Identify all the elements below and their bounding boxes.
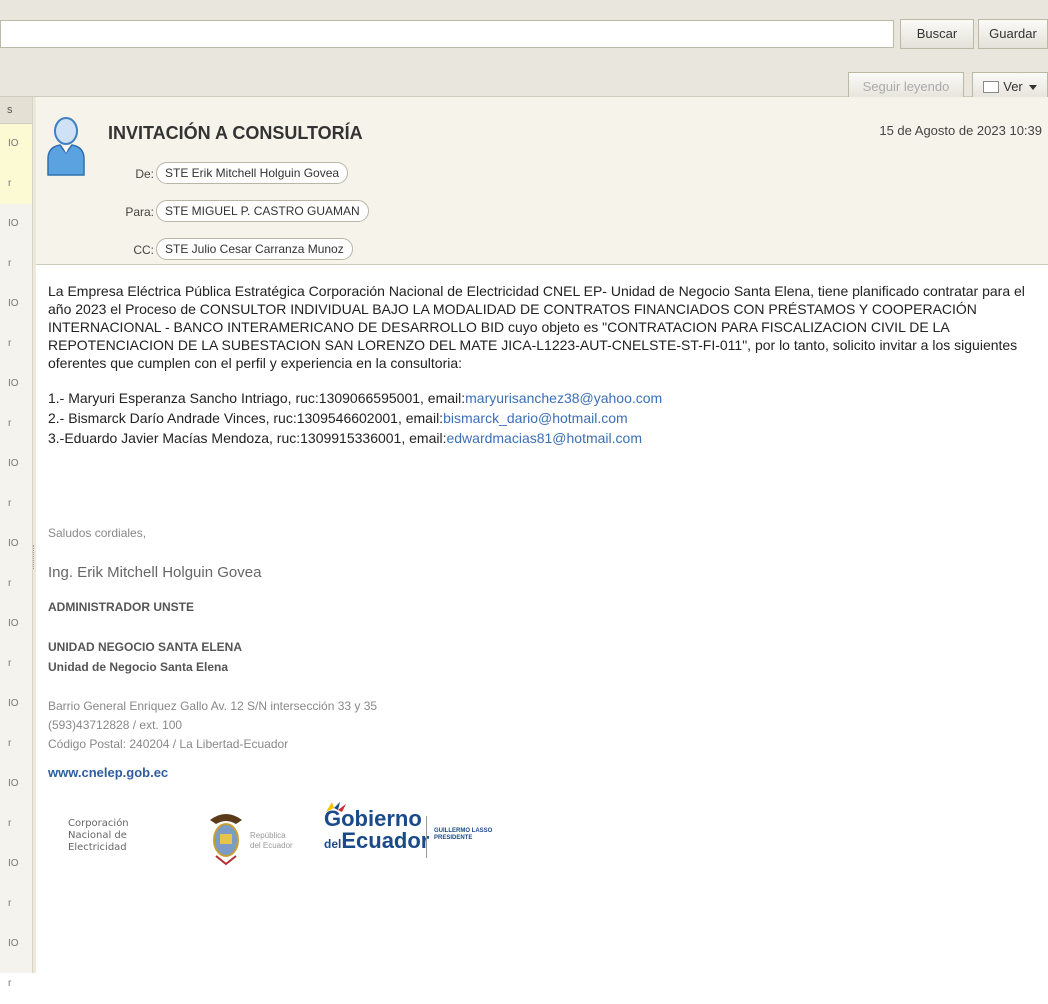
list-item: 3.-Eduardo Javier Macías Mendoza, ruc:13… (48, 428, 1038, 448)
cnel-logo-line: Corporación (68, 818, 129, 829)
message-body: La Empresa Eléctrica Pública Estratégica… (48, 282, 1038, 448)
republica-logo-text: República del Ecuador (250, 831, 293, 851)
message-list-row[interactable]: IO (0, 844, 32, 884)
message-list-row[interactable]: r (0, 324, 32, 364)
search-input[interactable] (0, 20, 894, 48)
save-button[interactable]: Guardar (978, 19, 1048, 49)
toolbar: Buscar Guardar Seguir leyendo Ver (0, 0, 1048, 102)
message-list-row[interactable]: IO (0, 524, 32, 564)
signature-address: Barrio General Enriquez Gallo Av. 12 S/N… (48, 697, 377, 754)
address-line: Barrio General Enriquez Gallo Av. 12 S/N… (48, 699, 378, 713)
cnel-logo-line: Electricidad (68, 842, 127, 853)
message-list-row[interactable]: r (0, 244, 32, 284)
invitee-text: 1.- Maryuri Esperanza Sancho Intriago, r… (48, 390, 466, 406)
lasso-signature: GUILLERMO LASSO PRESIDENTE (434, 828, 492, 842)
message-date: 15 de Agosto de 2023 10:39 (879, 123, 1042, 138)
address-line: Código Postal: 240204 / La Libertad-Ecua… (48, 737, 289, 751)
envelope-icon (983, 80, 1000, 93)
to-chip[interactable]: STE MIGUEL P. CASTRO GUAMAN (156, 200, 369, 222)
signature-greeting: Saludos cordiales, (48, 526, 147, 540)
invitee-list: 1.- Maryuri Esperanza Sancho Intriago, r… (48, 388, 1038, 448)
cnel-logo-line: Nacional de (68, 830, 127, 841)
message-list-row[interactable]: IO (0, 364, 32, 404)
chevron-down-icon (1028, 85, 1037, 91)
message-list-row[interactable]: IO (0, 764, 32, 804)
message-header: INVITACIÓN A CONSULTORÍA 15 de Agosto de… (36, 97, 1048, 265)
email-link[interactable]: maryurisanchez38@yahoo.com (465, 390, 662, 406)
republica-line: República (250, 831, 286, 840)
lasso-line: PRESIDENTE (434, 835, 473, 841)
list-item: 2.- Bismarck Darío Andrade Vinces, ruc:1… (48, 408, 1038, 428)
message-list-row[interactable]: r (0, 164, 32, 204)
ecuador-word: Ecuador (341, 828, 430, 853)
gobierno-star-icon (326, 802, 346, 812)
message-list-row[interactable]: r (0, 564, 32, 604)
signature-name: Ing. Erik Mitchell Holguin Govea (48, 564, 262, 581)
message-list-row[interactable]: r (0, 724, 32, 764)
logo-banner: Corporación Nacional de Electricidad Rep… (48, 798, 648, 876)
republica-line: del Ecuador (250, 841, 293, 850)
view-label: Ver (1003, 79, 1023, 94)
lasso-line: GUILLERMO LASSO (434, 828, 493, 834)
cnel-logo: Corporación Nacional de Electricidad (68, 818, 129, 854)
message-list-row[interactable]: IO (0, 604, 32, 644)
logo-divider (426, 816, 427, 858)
gobierno-logo: Gobierno delEcuador (324, 802, 430, 855)
message-list-row[interactable]: r (0, 884, 32, 924)
message-subject: INVITACIÓN A CONSULTORÍA (108, 123, 363, 143)
search-button[interactable]: Buscar (900, 19, 974, 49)
website-link[interactable]: www.cnelep.gob.ec (48, 765, 168, 780)
message-list-row[interactable]: IO (0, 204, 32, 244)
gobierno-del: del (324, 837, 342, 851)
email-link[interactable]: edwardmacias81@hotmail.com (446, 430, 642, 446)
message-list-row[interactable]: r (0, 964, 32, 1004)
email-link[interactable]: bismarck_dario@hotmail.com (443, 410, 628, 426)
body-paragraph: La Empresa Eléctrica Pública Estratégica… (48, 283, 1025, 371)
signature-unit-upper: UNIDAD NEGOCIO SANTA ELENA (48, 640, 243, 654)
message-list-row[interactable]: IO (0, 284, 32, 324)
ecuador-coat-of-arms-icon (206, 810, 246, 871)
from-label: De: (135, 167, 154, 181)
message-list-header[interactable]: s (0, 97, 32, 124)
from-chip[interactable]: STE Erik Mitchell Holguin Govea (156, 162, 349, 184)
avatar-icon (46, 115, 86, 182)
message-list-row[interactable]: r (0, 804, 32, 844)
splitter-grip[interactable] (33, 545, 37, 569)
to-label: Para: (125, 205, 154, 219)
cc-chip[interactable]: STE Julio Cesar Carranza Munoz (156, 238, 353, 260)
cc-label: CC: (133, 243, 154, 257)
signature-unit: Unidad de Negocio Santa Elena (48, 660, 229, 674)
message-list-row[interactable]: r (0, 644, 32, 684)
invitee-text: 3.-Eduardo Javier Macías Mendoza, ruc:13… (48, 430, 447, 446)
message-list-row[interactable]: IO (0, 124, 32, 164)
invitee-text: 2.- Bismarck Darío Andrade Vinces, ruc:1… (48, 410, 444, 426)
message-list-row[interactable]: IO (0, 924, 32, 964)
address-line: (593)43712828 / ext. 100 (48, 718, 183, 732)
message-list-row[interactable]: r (0, 404, 32, 444)
message-list-row[interactable]: r (0, 484, 32, 524)
message-list-rows: IO r IO r IO r IO r IO r IO r IO r IO r IO r IO r IO r (0, 124, 32, 1004)
list-item: 1.- Maryuri Esperanza Sancho Intriago, r… (48, 388, 1038, 408)
message-list-row[interactable]: IO (0, 444, 32, 484)
signature-role: ADMINISTRADOR UNSTE (48, 600, 194, 614)
message-list-row[interactable]: IO (0, 684, 32, 724)
message-list: s IO r IO r IO r IO r IO r IO r IO r IO r IO r IO r IO r (0, 97, 33, 989)
